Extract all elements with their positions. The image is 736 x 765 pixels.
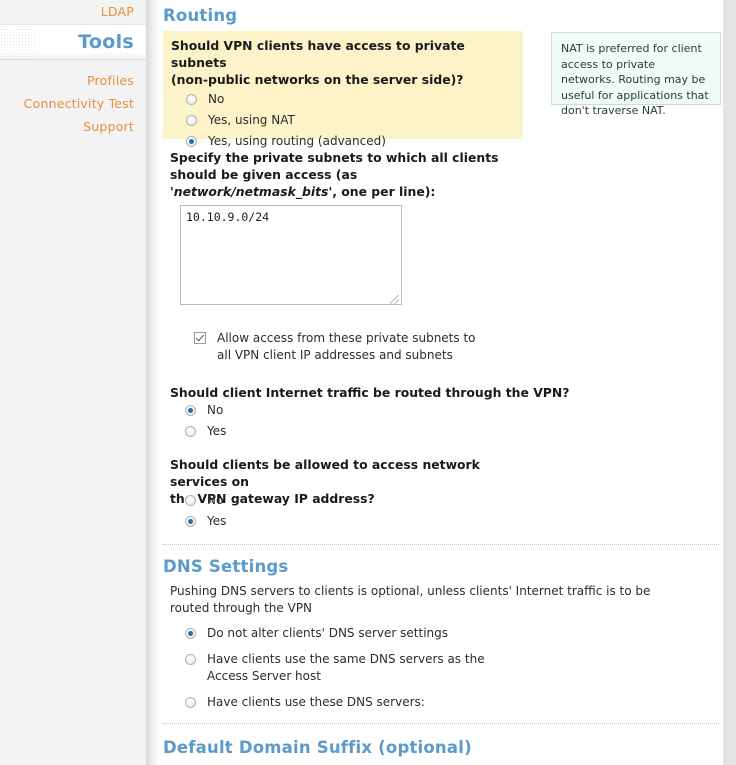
option-label: Have clients use these DNS servers: [207,695,425,709]
dns-settings-options: Do not alter clients' DNS server setting… [170,625,485,711]
option-label: No [207,493,224,507]
sidebar-item-connectivity-test[interactable]: Connectivity Test [0,92,146,115]
checkbox-icon-checked[interactable] [194,332,206,344]
subnet-access-option-routing[interactable]: Yes, using routing (advanced) [171,133,523,150]
allow-subnet-access-checkbox-row[interactable]: Allow access from these private subnets … [180,330,540,364]
subnets-field-label: Specify the private subnets to which all… [170,149,514,200]
radio-icon-selected[interactable] [185,405,196,416]
radio-icon-selected[interactable] [185,628,196,639]
option-label: No [208,92,225,106]
allow-label-line2: all VPN client IP addresses and subnets [217,348,453,362]
dns-option-label-line2: Access Server host [207,669,321,683]
dns-settings-heading: DNS Settings [163,557,289,576]
sidebar-edge-shadow [146,0,160,765]
radio-icon-selected[interactable] [185,516,196,527]
subnet-access-question-box: Should VPN clients have access to privat… [163,31,523,148]
section-divider [163,723,719,724]
option-label: Yes [207,514,227,528]
dns-option-custom-servers[interactable]: Have clients use these DNS servers: [170,694,485,711]
dns-option-same-as-host[interactable]: Have clients use the same DNS servers as… [170,651,485,685]
section-divider [163,544,719,545]
dns-option-do-not-alter[interactable]: Do not alter clients' DNS server setting… [170,625,485,642]
sidebar-item-profiles[interactable]: Profiles [0,69,146,92]
radio-icon[interactable] [185,654,196,665]
radio-icon[interactable] [185,697,196,708]
option-label: Do not alter clients' DNS server setting… [207,626,449,640]
internet-traffic-option-no[interactable]: No [170,402,226,419]
radio-icon[interactable] [186,94,197,105]
dns-option-label-line1: Have clients use the same DNS servers as… [207,652,485,666]
gateway-services-options: No Yes [170,492,226,530]
gateway-services-option-yes[interactable]: Yes [170,513,226,530]
option-label: Yes, using NAT [208,113,295,127]
subnets-label-italic: network/netmask_bits [173,184,329,199]
gateway-services-option-no[interactable]: No [170,492,226,509]
subnet-access-option-no[interactable]: No [171,91,523,108]
main-content: Routing Should VPN clients have access t… [160,0,723,765]
radio-icon[interactable] [185,426,196,437]
sidebar-section-tools-label: Tools [78,31,134,53]
sidebar-item-support[interactable]: Support [0,115,146,138]
hatch-pattern-decoration [0,25,36,59]
option-label: Yes [207,424,227,438]
sidebar-item-ldap[interactable]: LDAP [0,0,146,23]
gateway-question-line1: Should clients be allowed to access netw… [170,457,480,489]
sidebar: LDAP Tools Profiles Connectivity Test Su… [0,0,146,765]
sidebar-section-tools: Tools [0,24,146,60]
option-label: No [207,403,224,417]
subnet-access-question-line1: Should VPN clients have access to privat… [171,38,465,70]
allow-subnet-access-label: Allow access from these private subnets … [217,330,476,364]
internet-traffic-options: No Yes [170,402,226,440]
nat-info-note: NAT is preferred for client access to pr… [551,32,721,117]
radio-icon[interactable] [186,115,197,126]
domain-suffix-heading: Default Domain Suffix (optional) [163,738,472,757]
page-root: LDAP Tools Profiles Connectivity Test Su… [0,0,723,765]
subnet-access-option-nat[interactable]: Yes, using NAT [171,112,523,129]
radio-icon-selected[interactable] [186,136,197,147]
internet-traffic-question: Should client Internet traffic be routed… [170,385,570,400]
sidebar-tools-links: Profiles Connectivity Test Support [0,60,146,138]
option-label: Yes, using routing (advanced) [208,134,386,148]
private-subnets-textarea[interactable] [180,205,402,305]
dns-settings-description: Pushing DNS servers to clients is option… [170,584,651,615]
radio-icon[interactable] [185,495,196,506]
option-label: Have clients use the same DNS servers as… [207,651,485,685]
routing-heading: Routing [163,6,238,25]
internet-traffic-option-yes[interactable]: Yes [170,423,226,440]
allow-label-line1: Allow access from these private subnets … [217,331,476,345]
subnet-access-question-line2: (non-public networks on the server side)… [171,72,464,87]
subnets-label-part2: ', one per line): [328,184,436,199]
page-right-gutter [723,0,736,765]
subnet-access-question-label: Should VPN clients have access to privat… [171,37,523,88]
